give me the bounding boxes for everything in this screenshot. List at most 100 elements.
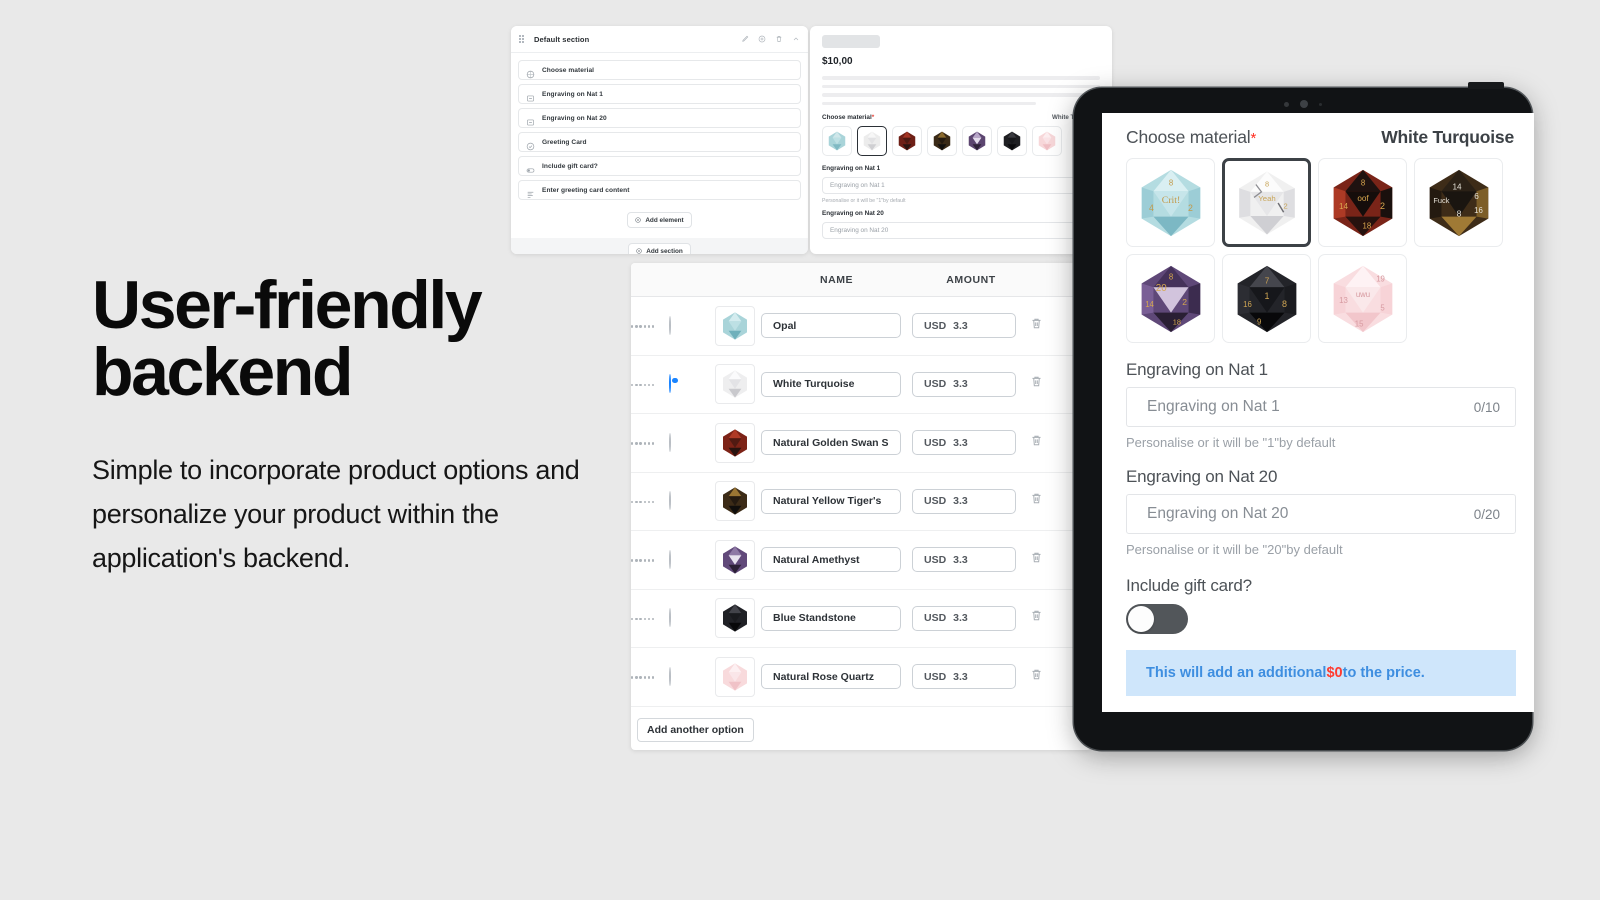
text-placeholder-line xyxy=(822,93,1100,97)
option-thumbnail[interactable] xyxy=(715,364,755,405)
list-item[interactable]: Engraving on Nat 1 xyxy=(518,84,801,104)
hero-copy: User-friendly backend Simple to incorpor… xyxy=(92,271,652,580)
default-option-radio[interactable] xyxy=(669,549,671,569)
add-element-button[interactable]: Add element xyxy=(627,212,692,228)
option-name-input[interactable]: Blue Standstone xyxy=(761,605,901,631)
tablet-engraving-nat20-input[interactable]: Engraving on Nat 20 0/20 xyxy=(1126,494,1516,534)
section-header: Default section xyxy=(511,26,808,53)
svg-text:15: 15 xyxy=(1354,319,1363,328)
text-placeholder-line xyxy=(822,101,1037,105)
svg-text:Yeah: Yeah xyxy=(1258,194,1275,203)
option-thumbnail[interactable] xyxy=(715,481,755,522)
page-title: User-friendly backend xyxy=(92,271,652,406)
currency-code: USD xyxy=(924,378,947,391)
option-amount-input[interactable]: USD 3.3 xyxy=(912,371,1016,397)
delete-row-icon[interactable] xyxy=(1030,375,1043,392)
amount-value: 3.3 xyxy=(953,319,968,332)
material-swatch-white-turquoise[interactable]: Yeah 2 8 xyxy=(1222,158,1311,247)
default-option-radio[interactable] xyxy=(669,374,671,394)
element-label: Greeting Card xyxy=(542,138,587,146)
amount-value: 3.3 xyxy=(953,436,968,449)
delete-row-icon[interactable] xyxy=(1030,551,1043,568)
duplicate-icon[interactable] xyxy=(758,35,766,43)
page-title-line-2: backend xyxy=(92,333,353,410)
svg-text:8: 8 xyxy=(1282,298,1287,308)
currency-code: USD xyxy=(924,553,947,566)
svg-text:16: 16 xyxy=(1243,299,1252,308)
option-amount-input[interactable]: USD 3.3 xyxy=(912,664,1016,690)
delete-row-icon[interactable] xyxy=(1030,317,1043,334)
material-swatch-yellow-tigers-eye[interactable]: 14 6 Fuck 8 16 xyxy=(1414,158,1503,247)
tablet-engraving-nat1-input[interactable]: Engraving on Nat 1 0/10 xyxy=(1126,387,1516,427)
option-thumbnail[interactable] xyxy=(715,539,755,580)
option-thumbnail[interactable] xyxy=(715,598,755,639)
option-name-input[interactable]: Opal xyxy=(761,313,901,339)
option-thumbnail[interactable] xyxy=(715,305,755,346)
preview-material-label: White Turquoise Choose material* xyxy=(822,114,1100,121)
delete-row-icon[interactable] xyxy=(1030,434,1043,451)
character-counter: 0/10 xyxy=(1473,399,1500,415)
list-item[interactable]: Enter greeting card content xyxy=(518,180,801,200)
default-option-radio[interactable] xyxy=(669,432,671,452)
list-item[interactable]: Include gift card? xyxy=(518,156,801,176)
power-button[interactable] xyxy=(1468,82,1504,89)
page-title-line-1: User-friendly xyxy=(92,267,483,343)
collapse-chevron-up-icon[interactable] xyxy=(792,35,800,43)
material-swatch-amethyst[interactable] xyxy=(962,126,992,156)
material-swatch-yellow-tigers-eye[interactable] xyxy=(927,126,957,156)
list-item[interactable]: Greeting Card xyxy=(518,132,801,152)
option-amount-input[interactable]: USD 3.3 xyxy=(912,547,1016,573)
required-marker: * xyxy=(871,114,875,121)
edit-icon[interactable] xyxy=(741,35,749,43)
svg-text:18: 18 xyxy=(1172,317,1180,326)
character-counter: 0/20 xyxy=(1473,506,1500,522)
option-thumbnail[interactable] xyxy=(715,656,755,697)
option-amount-input[interactable]: USD 3.3 xyxy=(912,605,1016,631)
material-swatch-rose-quartz[interactable]: uwu 19 13 5 15 xyxy=(1318,254,1407,343)
preview-engraving-nat20-input[interactable]: Engraving on Nat 20 xyxy=(822,222,1100,239)
option-amount-input[interactable]: USD 3.3 xyxy=(912,313,1016,339)
add-section-button[interactable]: Add section xyxy=(628,243,691,254)
list-item[interactable]: Choose material xyxy=(518,60,801,80)
column-header-amount: AMOUNT xyxy=(946,273,996,286)
drag-handle-icon[interactable] xyxy=(519,34,527,44)
gift-card-toggle[interactable] xyxy=(1126,604,1188,634)
option-amount-input[interactable]: USD 3.3 xyxy=(912,430,1016,456)
material-swatch-opal[interactable]: Crit! 4 2 8 xyxy=(1126,158,1215,247)
material-swatch-golden-swan[interactable]: oof 8 2 14 18 xyxy=(1318,158,1407,247)
table-row: Natural Yellow Tiger's USD 3.3 xyxy=(631,473,1091,531)
option-name-input[interactable]: Natural Golden Swan S xyxy=(761,430,901,456)
tablet-material-label: Choose material* xyxy=(1126,127,1257,147)
default-option-radio[interactable] xyxy=(669,666,671,686)
option-name-input[interactable]: Natural Rose Quartz xyxy=(761,664,901,690)
option-name-input[interactable]: Natural Amethyst xyxy=(761,547,901,573)
input-placeholder: Engraving on Nat 1 xyxy=(1147,398,1280,415)
material-swatch-opal[interactable] xyxy=(822,126,852,156)
option-name-input[interactable]: White Turquoise xyxy=(761,371,901,397)
material-swatch-golden-swan[interactable] xyxy=(892,126,922,156)
camera-dot-icon xyxy=(1284,101,1289,107)
delete-row-icon[interactable] xyxy=(1030,668,1043,685)
text-placeholder-line xyxy=(822,76,1100,80)
material-swatch-blue-standstone[interactable] xyxy=(997,126,1027,156)
option-name-input[interactable]: Natural Yellow Tiger's xyxy=(761,488,901,514)
storefront-preview-panel: $10,00 White Turquoise Choose material* xyxy=(810,26,1112,254)
svg-text:5: 5 xyxy=(1380,303,1385,312)
default-option-radio[interactable] xyxy=(669,491,671,511)
delete-row-icon[interactable] xyxy=(1030,492,1043,509)
material-swatch-amethyst[interactable]: 20 8 14 2 18 xyxy=(1126,254,1215,343)
material-swatch-white-turquoise[interactable] xyxy=(857,126,887,156)
list-item[interactable]: Engraving on Nat 20 xyxy=(518,108,801,128)
delete-icon[interactable] xyxy=(775,35,783,43)
svg-text:20: 20 xyxy=(1155,283,1166,294)
option-amount-input[interactable]: USD 3.3 xyxy=(912,488,1016,514)
default-option-radio[interactable] xyxy=(669,608,671,628)
option-thumbnail[interactable] xyxy=(715,422,755,463)
delete-row-icon[interactable] xyxy=(1030,609,1043,626)
preview-engraving-nat1-input[interactable]: Engraving on Nat 1 xyxy=(822,177,1100,194)
material-swatch-rose-quartz[interactable] xyxy=(1032,126,1062,156)
add-another-option-button[interactable]: Add another option xyxy=(637,717,754,742)
material-swatch-blue-standstone[interactable]: 7 1 8 16 9 xyxy=(1222,254,1311,343)
element-list: Choose material Engraving on Nat 1 Engra… xyxy=(511,53,808,200)
default-option-radio[interactable] xyxy=(669,315,671,335)
